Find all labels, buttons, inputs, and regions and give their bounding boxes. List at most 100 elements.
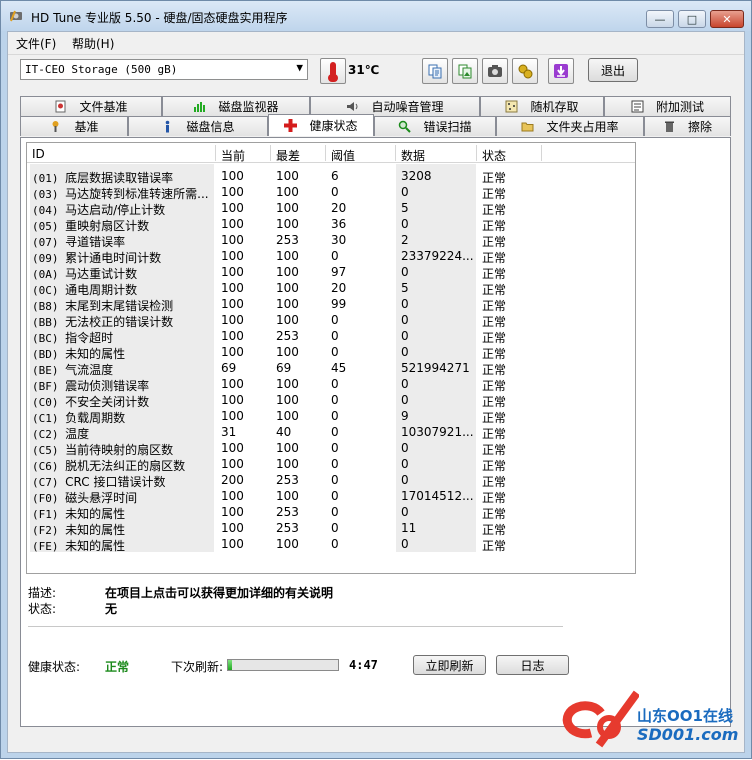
title-bar[interactable]: HD Tune 专业版 5.50 - 硬盘/固态硬盘实用程序 — □ ✕ [1,1,751,31]
col-header-current[interactable]: 当前 [221,147,245,164]
table-row[interactable]: (05) 重映射扇区计数 100 100 36 0 正常 [27,216,635,233]
table-row[interactable]: (F2) 未知的属性 100 253 0 11 正常 [27,520,635,537]
tab-folder-usage[interactable]: 文件夹占用率 [496,116,644,136]
toolbar-divider [8,54,744,55]
tab-label: 擦除 [687,120,712,134]
time-left: 4:47 [349,658,378,672]
threshold-cell: 0 [331,249,339,263]
table-row[interactable]: (F1) 未知的属性 100 253 0 0 正常 [27,504,635,521]
table-row[interactable]: (03) 马达旋转到标准转速所需... 100 100 0 0 正常 [27,184,635,201]
col-header-worst[interactable]: 最差 [276,147,300,164]
data-cell: 11 [401,521,417,535]
worst-cell: 253 [276,233,299,247]
current-cell: 100 [221,393,244,407]
tab-label: 附加测试 [655,100,704,114]
table-row[interactable]: (C0) 不安全关闭计数 100 100 0 0 正常 [27,392,635,409]
table-row[interactable]: (C2) 温度 31 40 0 10307921... 正常 [27,424,635,441]
log-button[interactable]: 日志 [496,655,569,675]
table-row[interactable]: (BF) 震动侦测错误率 100 100 0 0 正常 [27,376,635,393]
tab-health[interactable]: 健康状态 [268,114,374,136]
attribute-name: 气流温度 [65,363,114,377]
menu-file[interactable]: 文件(F) [16,35,56,52]
table-row[interactable]: (07) 寻道错误率 100 253 30 2 正常 [27,232,635,249]
maximize-button[interactable]: □ [678,10,706,28]
table-row[interactable]: (0A) 马达重试计数 100 100 97 0 正常 [27,264,635,281]
current-cell: 100 [221,537,244,551]
tab-disk-monitor[interactable]: 磁盘监视器 [162,96,310,116]
minimize-button[interactable]: — [646,10,674,28]
client-area: 文件(F) 帮助(H) IT-CEO Storage (500 gB) ▼ 31… [7,31,745,753]
table-row[interactable]: (B8) 末尾到末尾错误检测 100 100 99 0 正常 [27,296,635,313]
drive-select[interactable]: IT-CEO Storage (500 gB) ▼ [20,59,308,80]
tab-label: 健康状态 [309,119,358,133]
save-button[interactable] [548,58,574,84]
tab-aam[interactable]: 自动噪音管理 [310,96,480,116]
data-cell: 0 [401,457,409,471]
health-value: 正常 [105,660,130,674]
table-row[interactable]: (C6) 脱机无法纠正的扇区数 100 100 0 0 正常 [27,456,635,473]
current-cell: 100 [221,201,244,215]
copy-text-button[interactable] [422,58,448,84]
tab-disk-info[interactable]: 磁盘信息 [128,116,268,136]
threshold-cell: 0 [331,457,339,471]
col-header-data[interactable]: 数据 [401,147,425,164]
close-button[interactable]: ✕ [710,10,744,28]
table-row[interactable]: (BC) 指令超时 100 253 0 0 正常 [27,328,635,345]
options-button[interactable] [512,58,538,84]
table-row[interactable]: (01) 底层数据读取错误率 100 100 6 3208 正常 [27,168,635,185]
data-cell: 2 [401,233,409,247]
data-cell: 0 [401,313,409,327]
table-row[interactable]: (FE) 未知的属性 100 100 0 0 正常 [27,536,635,553]
data-cell: 521994271 [401,361,470,375]
col-header-id[interactable]: ID [32,147,45,161]
trash-icon [664,121,674,132]
table-row[interactable]: (F0) 磁头悬浮时间 100 100 0 17014512... 正常 [27,488,635,505]
worst-cell: 100 [276,169,299,183]
current-cell: 100 [221,233,244,247]
tab-label: 随机存取 [530,100,579,114]
current-cell: 31 [221,425,237,439]
tab-label: 磁盘监视器 [218,100,279,114]
table-row[interactable]: (0C) 通电周期计数 100 100 20 5 正常 [27,280,635,297]
threshold-cell: 0 [331,345,339,359]
data-cell: 0 [401,185,409,199]
menu-help[interactable]: 帮助(H) [72,35,114,52]
table-row[interactable]: (BE) 气流温度 69 69 45 521994271 正常 [27,360,635,377]
refresh-now-button[interactable]: 立即刷新 [413,655,486,675]
col-header-threshold[interactable]: 阈值 [331,147,355,164]
table-row[interactable]: (BD) 未知的属性 100 100 0 0 正常 [27,344,635,361]
tab-random-access[interactable]: 随机存取 [480,96,604,116]
table-row[interactable]: (C7) CRC 接口错误计数 200 253 0 0 正常 [27,472,635,489]
attribute-name: 底层数据读取错误率 [65,171,174,185]
menu-bar: 文件(F) 帮助(H) [8,32,744,52]
refresh-progress-fill [228,660,233,670]
attribute-name: 累计通电时间计数 [65,251,162,265]
smart-table[interactable]: ID 当前 最差 阈值 数据 状态 (01) 底层数据读取错误率 100 100 6 3… [26,142,636,574]
screenshot-button[interactable] [482,58,508,84]
worst-cell: 100 [276,313,299,327]
data-cell: 0 [401,217,409,231]
table-row[interactable]: (C1) 负载周期数 100 100 0 9 正常 [27,408,635,425]
table-row[interactable]: (C5) 当前待映射的扇区数 100 100 0 0 正常 [27,440,635,457]
worst-cell: 100 [276,409,299,423]
copy-image-button[interactable] [452,58,478,84]
attribute-name: 马达启动/停止计数 [65,203,166,217]
tab-erase[interactable]: 擦除 [644,116,731,136]
app-window: HD Tune 专业版 5.50 - 硬盘/固态硬盘实用程序 — □ ✕ 文件(… [0,0,752,759]
temperature-readout: 31℃ [348,63,380,77]
col-header-status[interactable]: 状态 [482,147,506,164]
exit-button[interactable]: 退出 [588,58,638,82]
tab-file-benchmark[interactable]: 文件基准 [20,96,162,116]
tab-label: 错误扫描 [423,120,472,134]
table-row[interactable]: (BB) 无法校正的错误计数 100 100 0 0 正常 [27,312,635,329]
attribute-name: 震动侦测错误率 [65,379,150,393]
tab-error-scan[interactable]: 错误扫描 [374,116,496,136]
table-row[interactable]: (04) 马达启动/停止计数 100 100 20 5 正常 [27,200,635,217]
data-cell: 0 [401,441,409,455]
data-cell: 0 [401,537,409,551]
table-row[interactable]: (09) 累计通电时间计数 100 100 0 23379224... 正常 [27,248,635,265]
tab-extra-tests[interactable]: 附加测试 [604,96,731,116]
attribute-name: 磁头悬浮时间 [65,491,138,505]
threshold-cell: 0 [331,505,339,519]
tab-benchmark[interactable]: 基准 [20,116,128,136]
